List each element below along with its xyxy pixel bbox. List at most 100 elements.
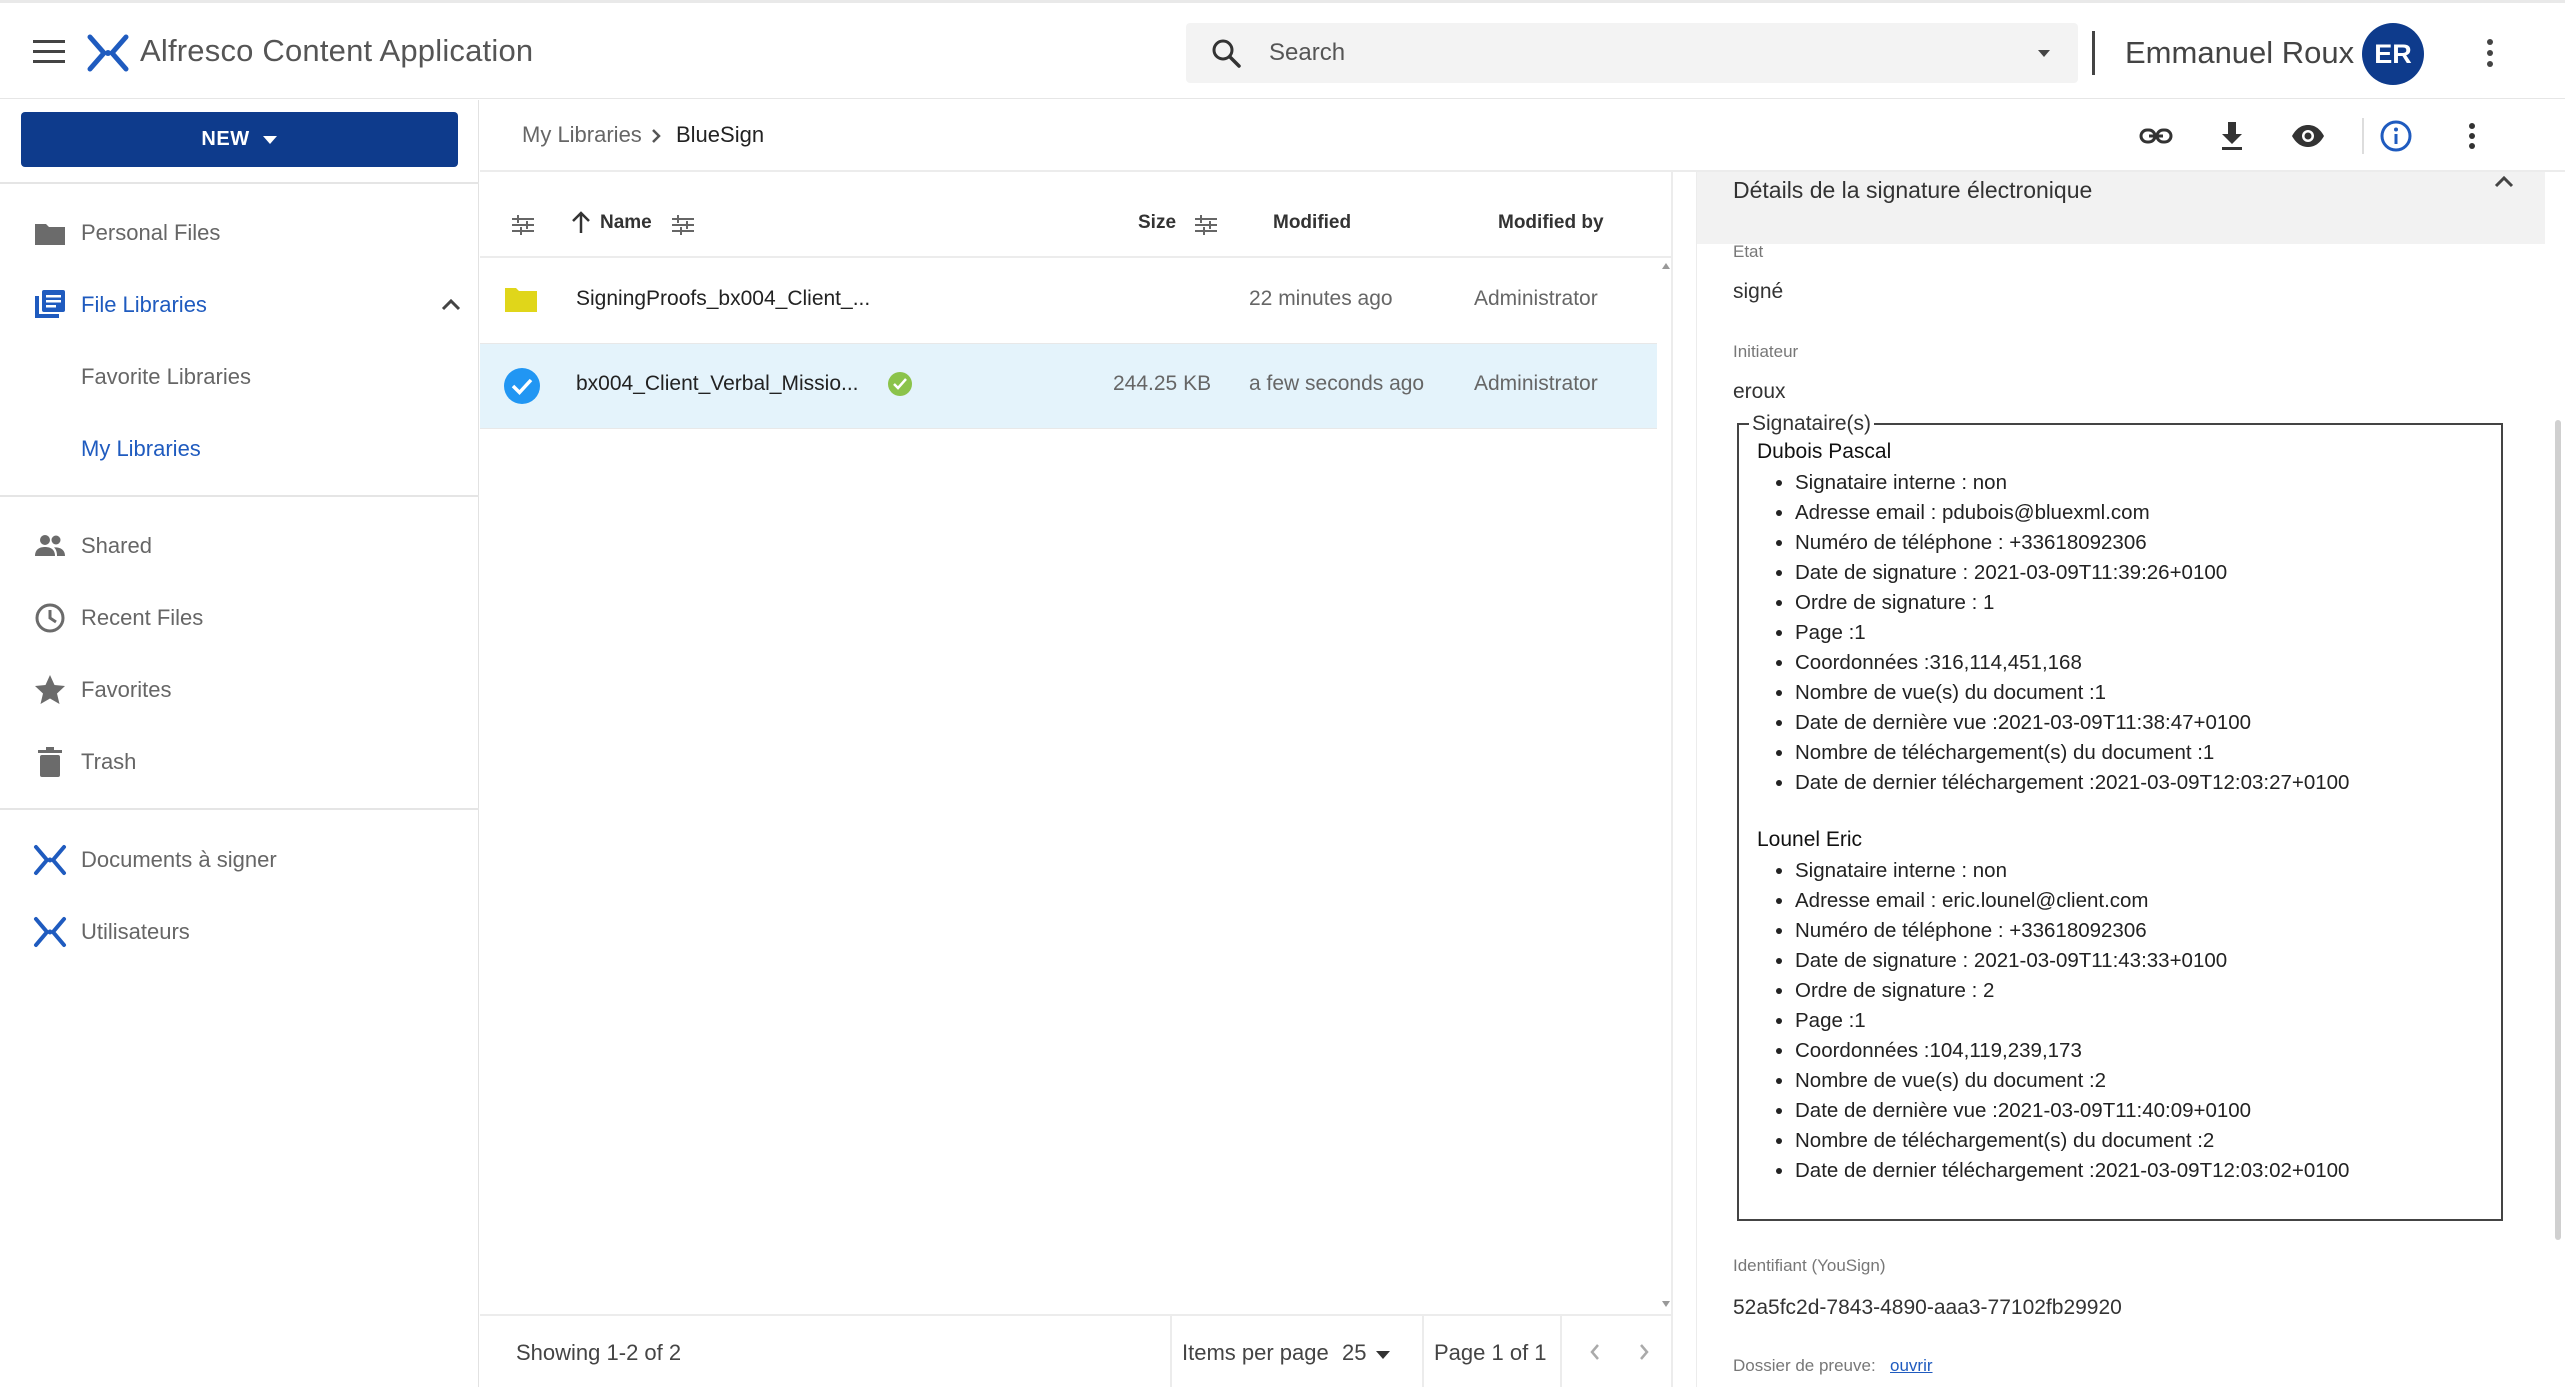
chevron-right-icon[interactable]	[1636, 1340, 1652, 1364]
sidebar-item-documents-a-signer[interactable]: Documents à signer	[0, 830, 479, 890]
dossier-label: Dossier de preuve:	[1733, 1356, 1876, 1375]
sidebar-item-favorites[interactable]: Favorites	[0, 660, 479, 720]
menu-icon[interactable]	[30, 37, 70, 67]
app-title: Alfresco Content Application	[140, 33, 534, 68]
list-item: Ordre de signature : 1	[1795, 588, 2483, 618]
user-name[interactable]: Emmanuel Roux	[2125, 35, 2354, 71]
more-vertical-icon[interactable]	[2476, 33, 2504, 73]
breadcrumb-current: BlueSign	[676, 122, 765, 147]
info-icon[interactable]	[2378, 118, 2414, 154]
list-item: Date de signature : 2021-03-09T11:39:26+…	[1795, 558, 2483, 588]
column-header-modified[interactable]: Modified	[1273, 212, 1351, 234]
sidebar-item-label: File Libraries	[81, 292, 207, 317]
sidebar-divider	[0, 182, 479, 184]
sidebar-item-personal-files[interactable]: Personal Files	[0, 203, 479, 263]
sidebar-item-my-libraries[interactable]: My Libraries	[0, 419, 479, 479]
signer-details-list: Signataire interne : non Adresse email :…	[1795, 468, 2483, 798]
list-item: Coordonnées :316,114,451,168	[1795, 648, 2483, 678]
signer-block: Lounel Eric Signataire interne : non Adr…	[1757, 828, 2483, 1186]
list-item: Nombre de vue(s) du document :2	[1795, 1066, 2483, 1096]
checked-circle-icon[interactable]	[503, 367, 541, 405]
list-item: Signataire interne : non	[1795, 856, 2483, 886]
sidebar-item-recent-files[interactable]: Recent Files	[0, 588, 479, 648]
column-header-size[interactable]: Size	[1138, 212, 1176, 234]
sidebar-divider	[0, 495, 479, 497]
list-header: Name Size Modified Modified by	[480, 172, 1673, 258]
breadcrumb-root[interactable]: My Libraries	[522, 122, 642, 148]
list-item: Date de dernière vue :2021-03-09T11:38:4…	[1795, 708, 2483, 738]
page-info: Page 1 of 1	[1434, 1340, 1547, 1365]
sidebar-item-shared[interactable]: Shared	[0, 516, 479, 576]
search-icon[interactable]	[1210, 37, 1242, 69]
chevron-up-icon[interactable]	[440, 298, 462, 312]
details-header[interactable]: Détails de la signature électronique	[1697, 172, 2545, 244]
scroll-up-icon[interactable]	[1661, 262, 1671, 270]
signer-details-list: Signataire interne : non Adresse email :…	[1795, 856, 2483, 1186]
list-item: Nombre de vue(s) du document :1	[1795, 678, 2483, 708]
folder-icon	[35, 224, 65, 245]
scroll-down-icon[interactable]	[1661, 1300, 1671, 1308]
list-item: Date de dernier téléchargement :2021-03-…	[1795, 768, 2483, 798]
file-size: 244.25 KB	[1113, 372, 1212, 395]
dossier-open-link[interactable]: ouvrir	[1890, 1356, 1933, 1376]
arrow-up-icon[interactable]	[568, 210, 594, 236]
column-settings-icon[interactable]	[1193, 212, 1219, 238]
more-vertical-icon[interactable]	[2454, 118, 2490, 154]
caret-down-icon[interactable]	[1375, 1350, 1391, 1360]
list-item: Page :1	[1795, 618, 2483, 648]
list-item: Nombre de téléchargement(s) du document …	[1795, 738, 2483, 768]
sidebar-item-label: Personal Files	[81, 220, 221, 245]
sidebar-item-file-libraries[interactable]: File Libraries	[0, 275, 479, 335]
eye-icon[interactable]	[2290, 118, 2326, 154]
sidebar-item-favorite-libraries[interactable]: Favorite Libraries	[0, 347, 479, 407]
file-name[interactable]: SigningProofs_bx004_Client_...	[576, 287, 870, 311]
new-button[interactable]: NEW	[21, 112, 458, 167]
list-item: Signataire interne : non	[1795, 468, 2483, 498]
column-settings-icon[interactable]	[510, 212, 536, 238]
clock-icon	[35, 603, 65, 633]
avatar[interactable]: ER	[2362, 23, 2424, 85]
alfresco-logo-icon	[34, 917, 66, 947]
link-icon[interactable]	[2138, 118, 2174, 154]
details-panel: Détails de la signature électronique Eta…	[1696, 172, 2545, 1387]
file-modified-by: Administrator	[1474, 372, 1598, 395]
column-settings-icon[interactable]	[670, 212, 696, 238]
list-item: Numéro de téléphone : +33618092306	[1795, 916, 2483, 946]
table-row[interactable]: SigningProofs_bx004_Client_... 22 minute…	[480, 259, 1657, 344]
chevron-left-icon[interactable]	[1587, 1340, 1603, 1364]
sidebar-item-label: My Libraries	[81, 436, 201, 461]
chevron-down-icon[interactable]	[2032, 45, 2056, 61]
items-per-page-select[interactable]: 25	[1342, 1340, 1366, 1366]
file-modified-by: Administrator	[1474, 287, 1598, 310]
pagination-range: Showing 1-2 of 2	[516, 1340, 682, 1365]
list-item: Date de dernier téléchargement :2021-03-…	[1795, 1156, 2483, 1186]
list-item: Adresse email : pdubois@bluexml.com	[1795, 498, 2483, 528]
alfresco-logo-icon	[34, 845, 66, 875]
chevron-up-icon[interactable]	[2493, 175, 2515, 189]
signers-fieldset: Signataire(s) Dubois Pascal Signataire i…	[1737, 412, 2503, 1221]
table-row[interactable]: bx004_Client_Verbal_Missio... 244.25 KB …	[480, 344, 1657, 429]
sidebar-item-label: Shared	[81, 533, 152, 558]
scrollbar[interactable]	[1658, 258, 1672, 1313]
download-icon[interactable]	[2214, 118, 2250, 154]
search-bar[interactable]	[1186, 23, 2078, 83]
initiateur-value: eroux	[1733, 380, 1786, 403]
column-header-name[interactable]: Name	[600, 212, 652, 234]
scrollbar[interactable]	[2555, 420, 2561, 1240]
trash-icon	[38, 747, 62, 777]
sidebar-item-trash[interactable]: Trash	[0, 732, 479, 792]
pagination-divider	[1422, 1316, 1424, 1387]
sidebar-item-label: Trash	[81, 749, 137, 774]
signed-badge-icon	[888, 372, 912, 396]
signer-block: Dubois Pascal Signataire interne : non A…	[1757, 440, 2483, 798]
toolbar: My Libraries BlueSign	[480, 100, 2565, 172]
alfresco-logo-icon[interactable]	[86, 33, 130, 73]
etat-label: Etat	[1733, 242, 1764, 261]
list-item: Date de signature : 2021-03-09T11:43:33+…	[1795, 946, 2483, 976]
new-button-label: NEW	[201, 128, 250, 150]
column-header-modified-by[interactable]: Modified by	[1498, 212, 1604, 234]
sidebar-item-utilisateurs[interactable]: Utilisateurs	[0, 902, 479, 962]
etat-value: signé	[1733, 280, 1784, 303]
file-name[interactable]: bx004_Client_Verbal_Missio...	[576, 372, 859, 396]
search-input[interactable]	[1269, 23, 1969, 83]
